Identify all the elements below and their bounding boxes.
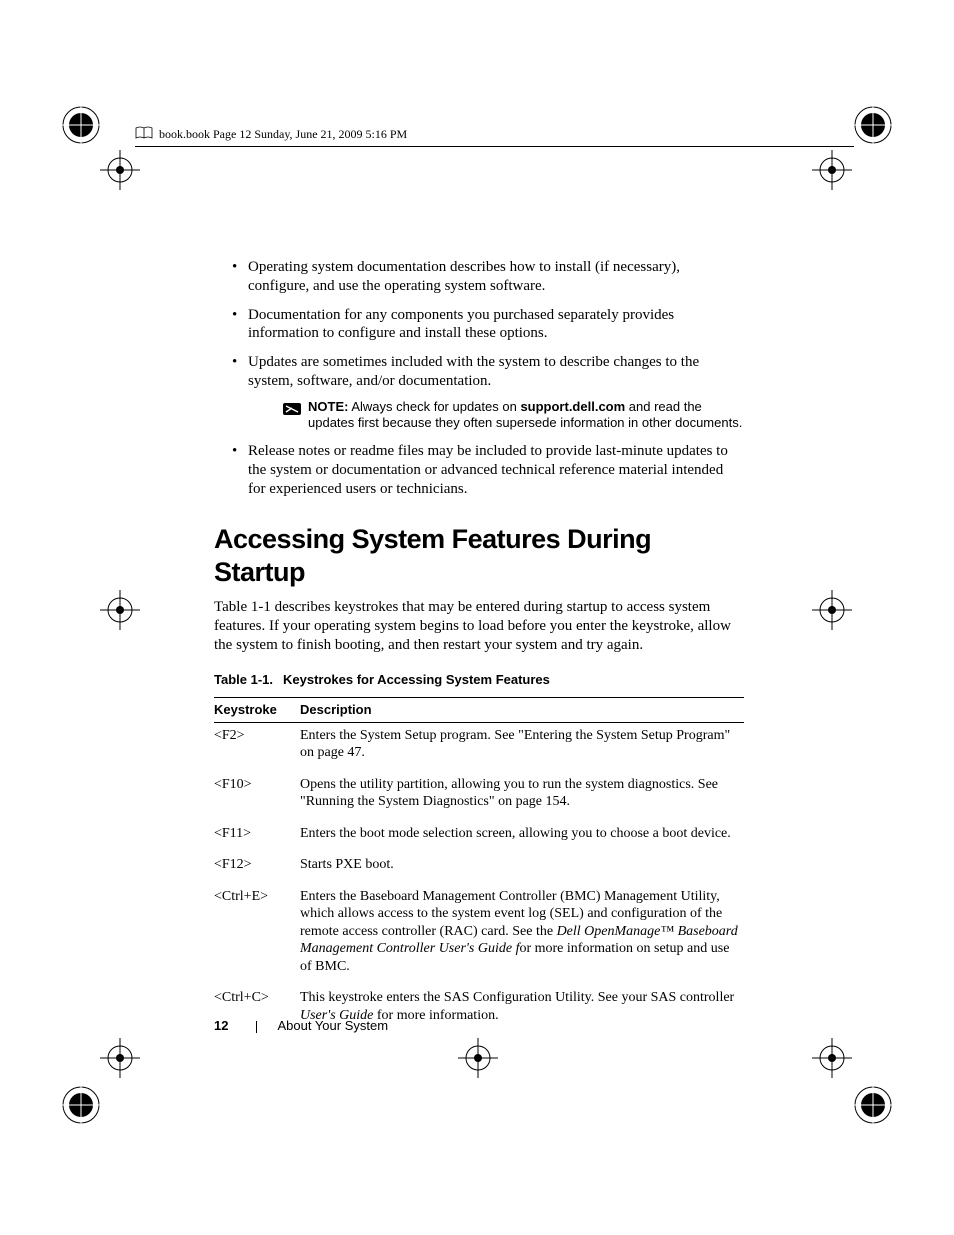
table-header-description: Description [300,697,744,722]
table-caption-text: Keystrokes for Accessing System Features [283,672,550,687]
list-item: Documentation for any components you pur… [214,306,744,344]
table-caption: Table 1-1. Keystrokes for Accessing Syste… [214,672,744,688]
description-cell: Enters the System Setup program. See "En… [300,722,744,772]
note-label: NOTE: [308,399,348,414]
keystroke-cell: <Ctrl+E> [214,884,300,986]
table-row: <Ctrl+E> Enters the Baseboard Management… [214,884,744,986]
description-cell: Opens the utility partition, allowing yo… [300,772,744,821]
list-item-text: Release notes or readme files may be inc… [248,443,728,497]
page: book.book Page 12 Sunday, June 21, 2009 … [0,0,954,1235]
running-header: book.book Page 12 Sunday, June 21, 2009 … [135,126,854,147]
reg-mark-bot-left [100,1038,140,1078]
reg-mark-mid-left [100,590,140,630]
page-footer: 12 About Your System [214,1018,388,1033]
description-cell: Enters the Baseboard Management Controll… [300,884,744,986]
note-icon [282,400,302,416]
list-item: Operating system documentation describes… [214,258,744,296]
reg-mark-bot-right [812,1038,852,1078]
keystroke-cell: <F11> [214,821,300,853]
note-block: NOTE: Always check for updates on suppor… [282,399,744,433]
keystroke-cell: <F10> [214,772,300,821]
description-cell: Starts PXE boot. [300,852,744,884]
book-icon [135,126,153,144]
footer-divider [256,1021,257,1033]
bullet-list: Operating system documentation describes… [214,258,744,499]
table-row: <F10> Opens the utility partition, allow… [214,772,744,821]
section-intro: Table 1-1 describes keystrokes that may … [214,598,744,654]
keystroke-cell: <F2> [214,722,300,772]
note-text: NOTE: Always check for updates on suppor… [308,399,744,433]
crop-mark-bottom-right [848,1080,898,1130]
keystroke-cell: <F12> [214,852,300,884]
crop-mark-bottom-left [56,1080,106,1130]
table-row: <F2> Enters the System Setup program. Se… [214,722,744,772]
list-item: Updates are sometimes included with the … [214,353,744,432]
reg-mark-bot-mid [458,1038,498,1078]
table-row: <F11> Enters the boot mode selection scr… [214,821,744,853]
content-area: Operating system documentation describes… [214,258,744,1034]
table-header-keystroke: Keystroke [214,697,300,722]
keystroke-table: Keystroke Description <F2> Enters the Sy… [214,697,744,1035]
section-heading: Accessing System Features During Startup [214,523,744,591]
support-link-text: support.dell.com [520,399,625,414]
crop-mark-top-right [848,100,898,150]
list-item-text: Documentation for any components you pur… [248,307,674,342]
running-header-text: book.book Page 12 Sunday, June 21, 2009 … [159,127,407,141]
list-item-text: Updates are sometimes included with the … [248,354,699,389]
crop-mark-top-left [56,100,106,150]
reg-mark-top-left [100,150,140,190]
footer-section: About Your System [277,1018,388,1033]
list-item: Release notes or readme files may be inc… [214,442,744,498]
reg-mark-top-right [812,150,852,190]
description-cell: Enters the boot mode selection screen, a… [300,821,744,853]
reg-mark-mid-right [812,590,852,630]
list-item-text: Operating system documentation describes… [248,259,680,294]
table-row: <F12> Starts PXE boot. [214,852,744,884]
page-number: 12 [214,1018,228,1033]
table-caption-number: Table 1-1. [214,672,273,687]
